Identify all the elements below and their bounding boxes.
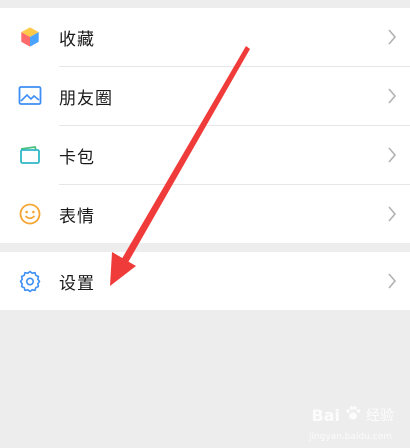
baidu-watermark: Bai 经验: [312, 404, 394, 426]
menu-item-label: 朋友圈: [59, 88, 113, 109]
watermark-brand: Bai: [311, 405, 340, 425]
gear-icon: [17, 268, 43, 294]
chevron-right-icon: [386, 86, 398, 106]
menu-item-label: 卡包: [59, 147, 95, 168]
chevron-right-icon: [386, 271, 398, 291]
menu-item-label: 收藏: [59, 29, 95, 50]
menu-item-moments[interactable]: 朋友圈: [0, 67, 410, 125]
menu-item-label: 表情: [59, 206, 95, 227]
top-gap: [0, 0, 410, 8]
sticker-smiley-icon: [17, 201, 43, 227]
menu-group-main: 收藏 朋友圈 卡包 表情: [0, 8, 410, 243]
menu-item-settings[interactable]: 设置: [0, 252, 410, 310]
chevron-right-icon: [386, 204, 398, 224]
menu-item-card-wallet[interactable]: 卡包: [0, 126, 410, 184]
menu-item-label: 设置: [59, 273, 95, 294]
menu-group-settings: 设置: [0, 252, 410, 310]
menu-item-favorites[interactable]: 收藏: [0, 8, 410, 66]
section-gap: [0, 243, 410, 252]
paw-icon: [344, 404, 362, 426]
chevron-right-icon: [386, 145, 398, 165]
watermark-sub: 经验: [366, 408, 394, 424]
watermark-url: jingyan.baidu.com: [308, 432, 392, 442]
menu-item-stickers[interactable]: 表情: [0, 185, 410, 243]
chevron-right-icon: [386, 27, 398, 47]
card-wallet-icon: [17, 142, 43, 168]
moments-picture-icon: [17, 83, 43, 109]
favorites-cube-icon: [17, 24, 43, 50]
